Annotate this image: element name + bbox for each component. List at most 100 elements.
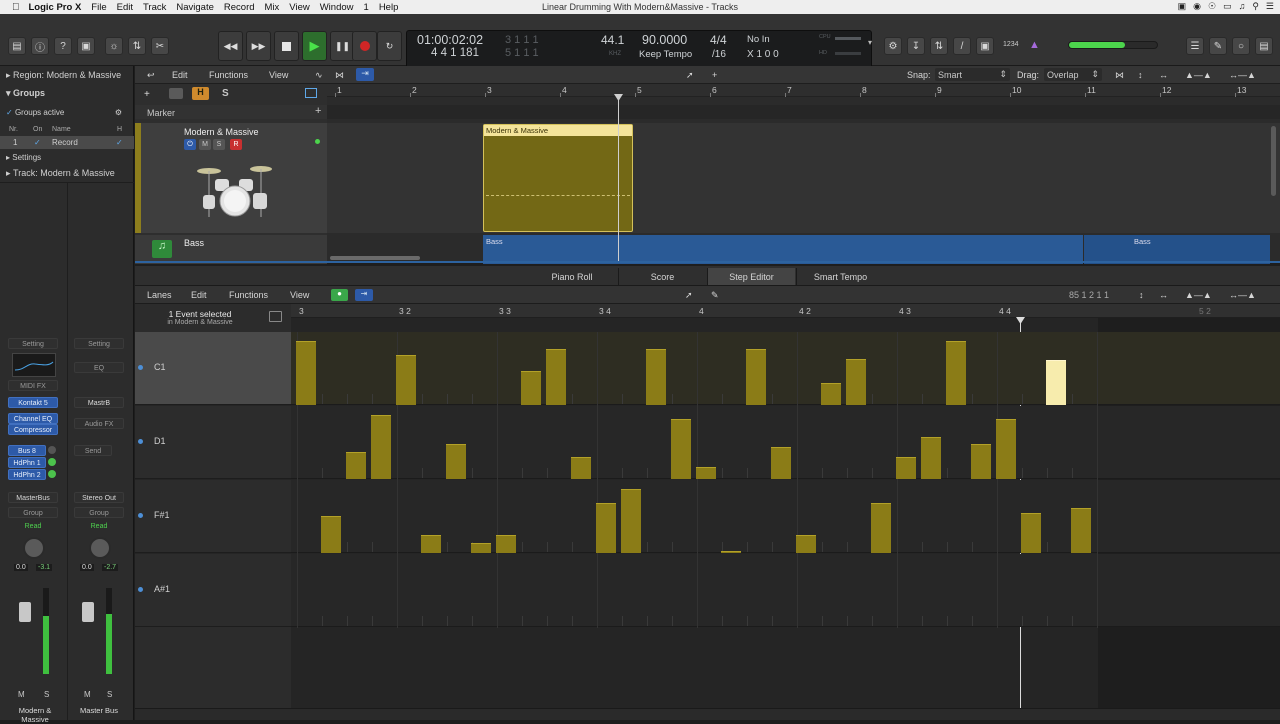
tab-smart-tempo[interactable]: Smart Tempo [796, 268, 884, 285]
strip1-fx-slot-2[interactable]: Compressor [8, 424, 58, 435]
step-hscroll[interactable] [135, 708, 1280, 720]
step-event[interactable] [1021, 513, 1041, 553]
step-event[interactable] [446, 444, 466, 479]
strip1-send-1[interactable]: Bus 8 [8, 445, 46, 456]
strip1-fader[interactable] [19, 602, 31, 622]
group-on-checkbox[interactable]: ✓ [34, 138, 41, 147]
menu-navigate[interactable]: Navigate [171, 2, 219, 13]
step-event[interactable] [946, 341, 966, 405]
menu-edit[interactable]: Edit [112, 2, 138, 13]
track1-name[interactable]: Modern & Massive [184, 127, 259, 137]
track1-mute[interactable]: M [199, 139, 211, 150]
midi-in-icon[interactable]: ● [331, 289, 348, 301]
step-event[interactable] [996, 419, 1016, 479]
groups-active-row[interactable]: ✓ Groups active ⚙ [0, 103, 134, 121]
note-pad-icon[interactable]: ✎ [1209, 37, 1227, 55]
step-event[interactable] [521, 371, 541, 405]
step-editor-ruler[interactable]: 3 3 2 3 3 3 4 4 4 2 4 3 4 4 5 2 [291, 304, 1280, 318]
pencil-tool-icon[interactable]: + [712, 70, 717, 80]
strip1-solo-button[interactable]: S [44, 690, 49, 699]
tracks-ruler[interactable]: 1 2 3 4 5 6 7 8 9 10 11 12 13 [327, 84, 1280, 97]
add-track-button[interactable]: + [144, 89, 150, 100]
global-solo-button[interactable]: S [222, 88, 229, 99]
tracks-view-menu[interactable]: View [269, 70, 288, 80]
step-event-selected[interactable] [1046, 360, 1066, 405]
step-event[interactable] [846, 359, 866, 405]
strip1-mute-button[interactable]: M [18, 690, 25, 699]
step-event[interactable] [321, 516, 341, 553]
tuner-icon[interactable]: ⚙ [884, 37, 902, 55]
search-icon[interactable]: ⚲ [1252, 1, 1259, 12]
step-event[interactable] [571, 457, 591, 479]
zoom-horizontal-icon[interactable]: ↔ [1159, 70, 1168, 80]
metronome-icon[interactable]: / [953, 37, 971, 55]
quick-help-icon[interactable]: ? [54, 37, 72, 55]
midi-region-modern-massive[interactable]: Modern & Massive [483, 124, 633, 232]
send1-knob[interactable] [48, 446, 56, 454]
zoom-h-slider-icon[interactable]: ↔—▲ [1229, 70, 1256, 80]
strip2-group[interactable]: Group [74, 507, 124, 518]
step-event[interactable] [971, 444, 991, 479]
strip1-send-3[interactable]: HdPhn 2 [8, 469, 46, 480]
menu-file[interactable]: File [86, 2, 111, 13]
strip2-automation[interactable]: Read [74, 521, 124, 532]
strip2-eq[interactable]: EQ [74, 362, 124, 373]
record-button[interactable] [352, 31, 377, 61]
global-tracks-icon[interactable] [305, 88, 317, 98]
step-zoom-h-slider-icon[interactable]: ↔—▲ [1229, 290, 1256, 300]
bass-region-2[interactable]: Bass [1084, 235, 1270, 264]
track2-name[interactable]: Bass [184, 238, 204, 248]
step-event[interactable] [1071, 508, 1091, 553]
record-icon[interactable]: ◉ [1193, 1, 1201, 12]
strip1-midi-fx[interactable]: MIDI FX [8, 380, 58, 391]
lane-header-asharp1[interactable]: A#1 [135, 554, 291, 627]
count-in-button[interactable]: 1234 [1003, 41, 1019, 48]
control-center-icon[interactable]: ☰ [1266, 1, 1274, 12]
tab-piano-roll[interactable]: Piano Roll [527, 268, 617, 285]
strip1-setting-button[interactable]: Setting [8, 338, 58, 349]
app-menu[interactable]: Logic Pro X [25, 2, 87, 13]
groups-header[interactable]: ▾ Groups [0, 84, 134, 102]
track-folder-icon[interactable] [169, 88, 183, 99]
volume-icon[interactable]: ♫ [1239, 1, 1246, 12]
browser-icon[interactable]: ▤ [1255, 37, 1273, 55]
track-inspector-header[interactable]: ▸ Track: Modern & Massive [0, 164, 134, 182]
collapse-icon[interactable] [269, 311, 282, 322]
step-zoom-h-icon[interactable]: ↔ [1159, 290, 1168, 300]
groups-active-checkbox[interactable]: ✓ [6, 108, 13, 117]
snap-select[interactable]: Smart ⇕ [935, 68, 1010, 81]
strip1-send-2[interactable]: HdPhn 1 [8, 457, 46, 468]
gear-icon[interactable]: ⚙ [115, 108, 122, 117]
punch-icon[interactable]: ▣ [976, 37, 994, 55]
scissors-icon[interactable]: ✂ [151, 37, 169, 55]
hide-button[interactable]: H [192, 87, 209, 100]
strip1-automation[interactable]: Read [8, 521, 58, 532]
track1-lane[interactable] [327, 123, 1280, 233]
catch-icon[interactable]: ⇥ [356, 68, 374, 81]
step-event[interactable] [771, 447, 791, 479]
region-inspector-header[interactable]: ▸ Region: Modern & Massive [0, 66, 134, 84]
waveform-zoom-icon[interactable]: ⋈ [1115, 70, 1124, 81]
playhead-tracks[interactable] [618, 97, 619, 262]
track1-record[interactable]: R [230, 139, 242, 150]
solo-mode-icon[interactable]: ⇅ [930, 37, 948, 55]
step-event[interactable] [621, 489, 641, 553]
strip1-group[interactable]: Group [8, 507, 58, 518]
menu-window[interactable]: Window [315, 2, 359, 13]
menu-1[interactable]: 1 [359, 2, 374, 13]
smart-controls-icon[interactable]: ☼ [105, 37, 123, 55]
toolbar-icon[interactable]: ▣ [77, 37, 95, 55]
step-functions-menu[interactable]: Functions [229, 290, 268, 300]
lcd-dropdown-icon[interactable]: ▾ [868, 38, 872, 47]
drag-select[interactable]: Overlap ⇕ [1044, 68, 1102, 81]
menu-mix[interactable]: Mix [260, 2, 285, 13]
step-pencil-icon[interactable]: ✎ [711, 290, 719, 301]
step-view-menu[interactable]: View [290, 290, 309, 300]
rewind-button[interactable]: ◀◀ [218, 31, 243, 61]
pointer-tool-icon[interactable]: ➚ [686, 70, 694, 81]
step-edit-menu[interactable]: Edit [191, 290, 207, 300]
lane-c1[interactable] [291, 332, 1280, 406]
step-event[interactable] [671, 419, 691, 479]
wifi-icon[interactable]: ☉ [1208, 1, 1216, 12]
strip2-output[interactable]: Stereo Out [74, 492, 124, 503]
